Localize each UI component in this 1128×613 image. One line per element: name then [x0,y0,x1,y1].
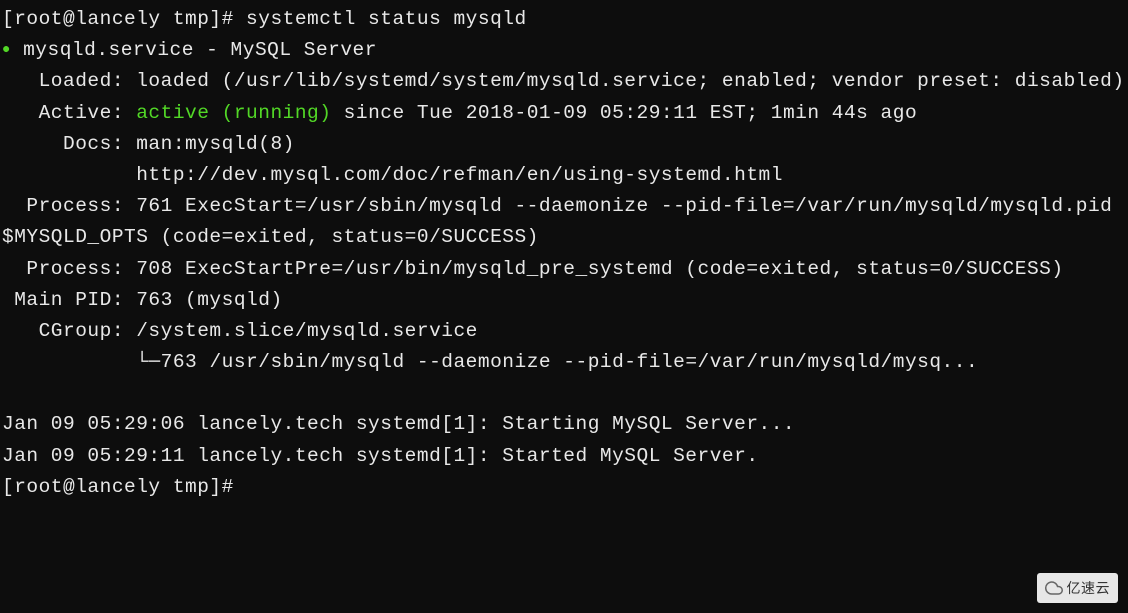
status-bullet-icon: ● [2,39,11,61]
blank-line [2,378,1126,409]
process-line-1: Process: 761 ExecStart=/usr/sbin/mysqld … [2,191,1126,253]
process-line-2: Process: 708 ExecStartPre=/usr/bin/mysql… [2,254,1126,285]
active-since: since Tue 2018-01-09 05:29:11 EST; 1min … [331,102,917,124]
loaded-line: Loaded: loaded (/usr/lib/systemd/system/… [2,66,1126,97]
cgroup-line-1: CGroup: /system.slice/mysqld.service [2,316,1126,347]
log-line-2: Jan 09 05:29:11 lancely.tech systemd[1]:… [2,441,1126,472]
docs-line-2: http://dev.mysql.com/doc/refman/en/using… [2,160,1126,191]
active-label: Active: [2,102,136,124]
terminal-output: [root@lancely tmp]# systemctl status mys… [2,4,1126,503]
command-line: [root@lancely tmp]# systemctl status mys… [2,4,1126,35]
watermark-text: 亿速云 [1067,577,1111,599]
cloud-icon [1045,579,1063,597]
log-line-1: Jan 09 05:29:06 lancely.tech systemd[1]:… [2,409,1126,440]
main-pid-line: Main PID: 763 (mysqld) [2,285,1126,316]
active-line: Active: active (running) since Tue 2018-… [2,98,1126,129]
active-status: active (running) [136,102,331,124]
service-header: ● mysqld.service - MySQL Server [2,35,1126,66]
prompt-text: [root@lancely tmp]# [2,476,246,498]
docs-line-1: Docs: man:mysqld(8) [2,129,1126,160]
cgroup-line-2: └─763 /usr/sbin/mysqld --daemonize --pid… [2,347,1126,378]
service-name: mysqld.service - MySQL Server [11,39,377,61]
watermark: 亿速云 [1037,573,1119,603]
prompt-line-2[interactable]: [root@lancely tmp]# [2,472,1126,503]
